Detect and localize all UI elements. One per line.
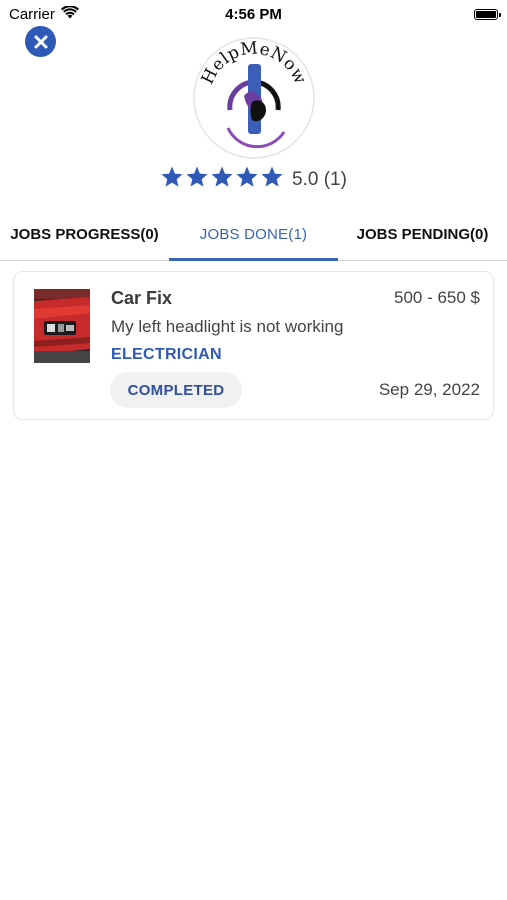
tab-jobs-pending-label: JOBS PENDING(0) [356, 225, 489, 243]
tab-jobs-done-label: JOBS DONE(1) [199, 225, 308, 243]
status-badge-label: COMPLETED [127, 381, 225, 399]
rating: 5.0 (1) [0, 165, 507, 194]
tab-jobs-pending[interactable]: JOBS PENDING(0) [338, 208, 507, 260]
app-screen: Carrier 4:56 PM HelpMeNow 5.0 (1) JOBS P… [0, 0, 507, 900]
job-description: My left headlight is not working [111, 317, 344, 336]
status-bar: Carrier 4:56 PM [0, 0, 507, 28]
tab-jobs-progress-label: JOBS PROGRESS(0) [10, 225, 159, 243]
wifi-icon [60, 4, 79, 23]
star-icon [210, 165, 234, 194]
job-card[interactable]: Car Fix 500 - 650 $ My left headlight is… [13, 271, 494, 420]
star-icon [185, 165, 209, 194]
tab-jobs-done[interactable]: JOBS DONE(1) [169, 208, 338, 261]
jobs-tabs: JOBS PROGRESS(0) JOBS DONE(1) JOBS PENDI… [0, 208, 507, 261]
job-title: Car Fix [111, 288, 173, 308]
status-left: Carrier [9, 4, 79, 23]
star-icon [160, 165, 184, 194]
tab-jobs-progress[interactable]: JOBS PROGRESS(0) [0, 208, 169, 260]
helpmenow-logo: HelpMeNow [192, 36, 316, 160]
job-category: ELECTRICIAN [111, 346, 222, 363]
star-icon [235, 165, 259, 194]
job-date: Sep 29, 2022 [378, 380, 480, 399]
status-badge: COMPLETED [110, 372, 242, 408]
close-button[interactable] [25, 26, 56, 57]
close-icon [34, 35, 47, 48]
rating-stars [160, 165, 284, 194]
star-icon [260, 165, 284, 194]
job-thumbnail [34, 289, 90, 363]
battery-icon [474, 8, 501, 20]
job-price: 500 - 650 $ [393, 288, 480, 307]
carrier-label: Carrier [9, 5, 55, 23]
rating-text: 5.0 (1) [292, 168, 347, 190]
